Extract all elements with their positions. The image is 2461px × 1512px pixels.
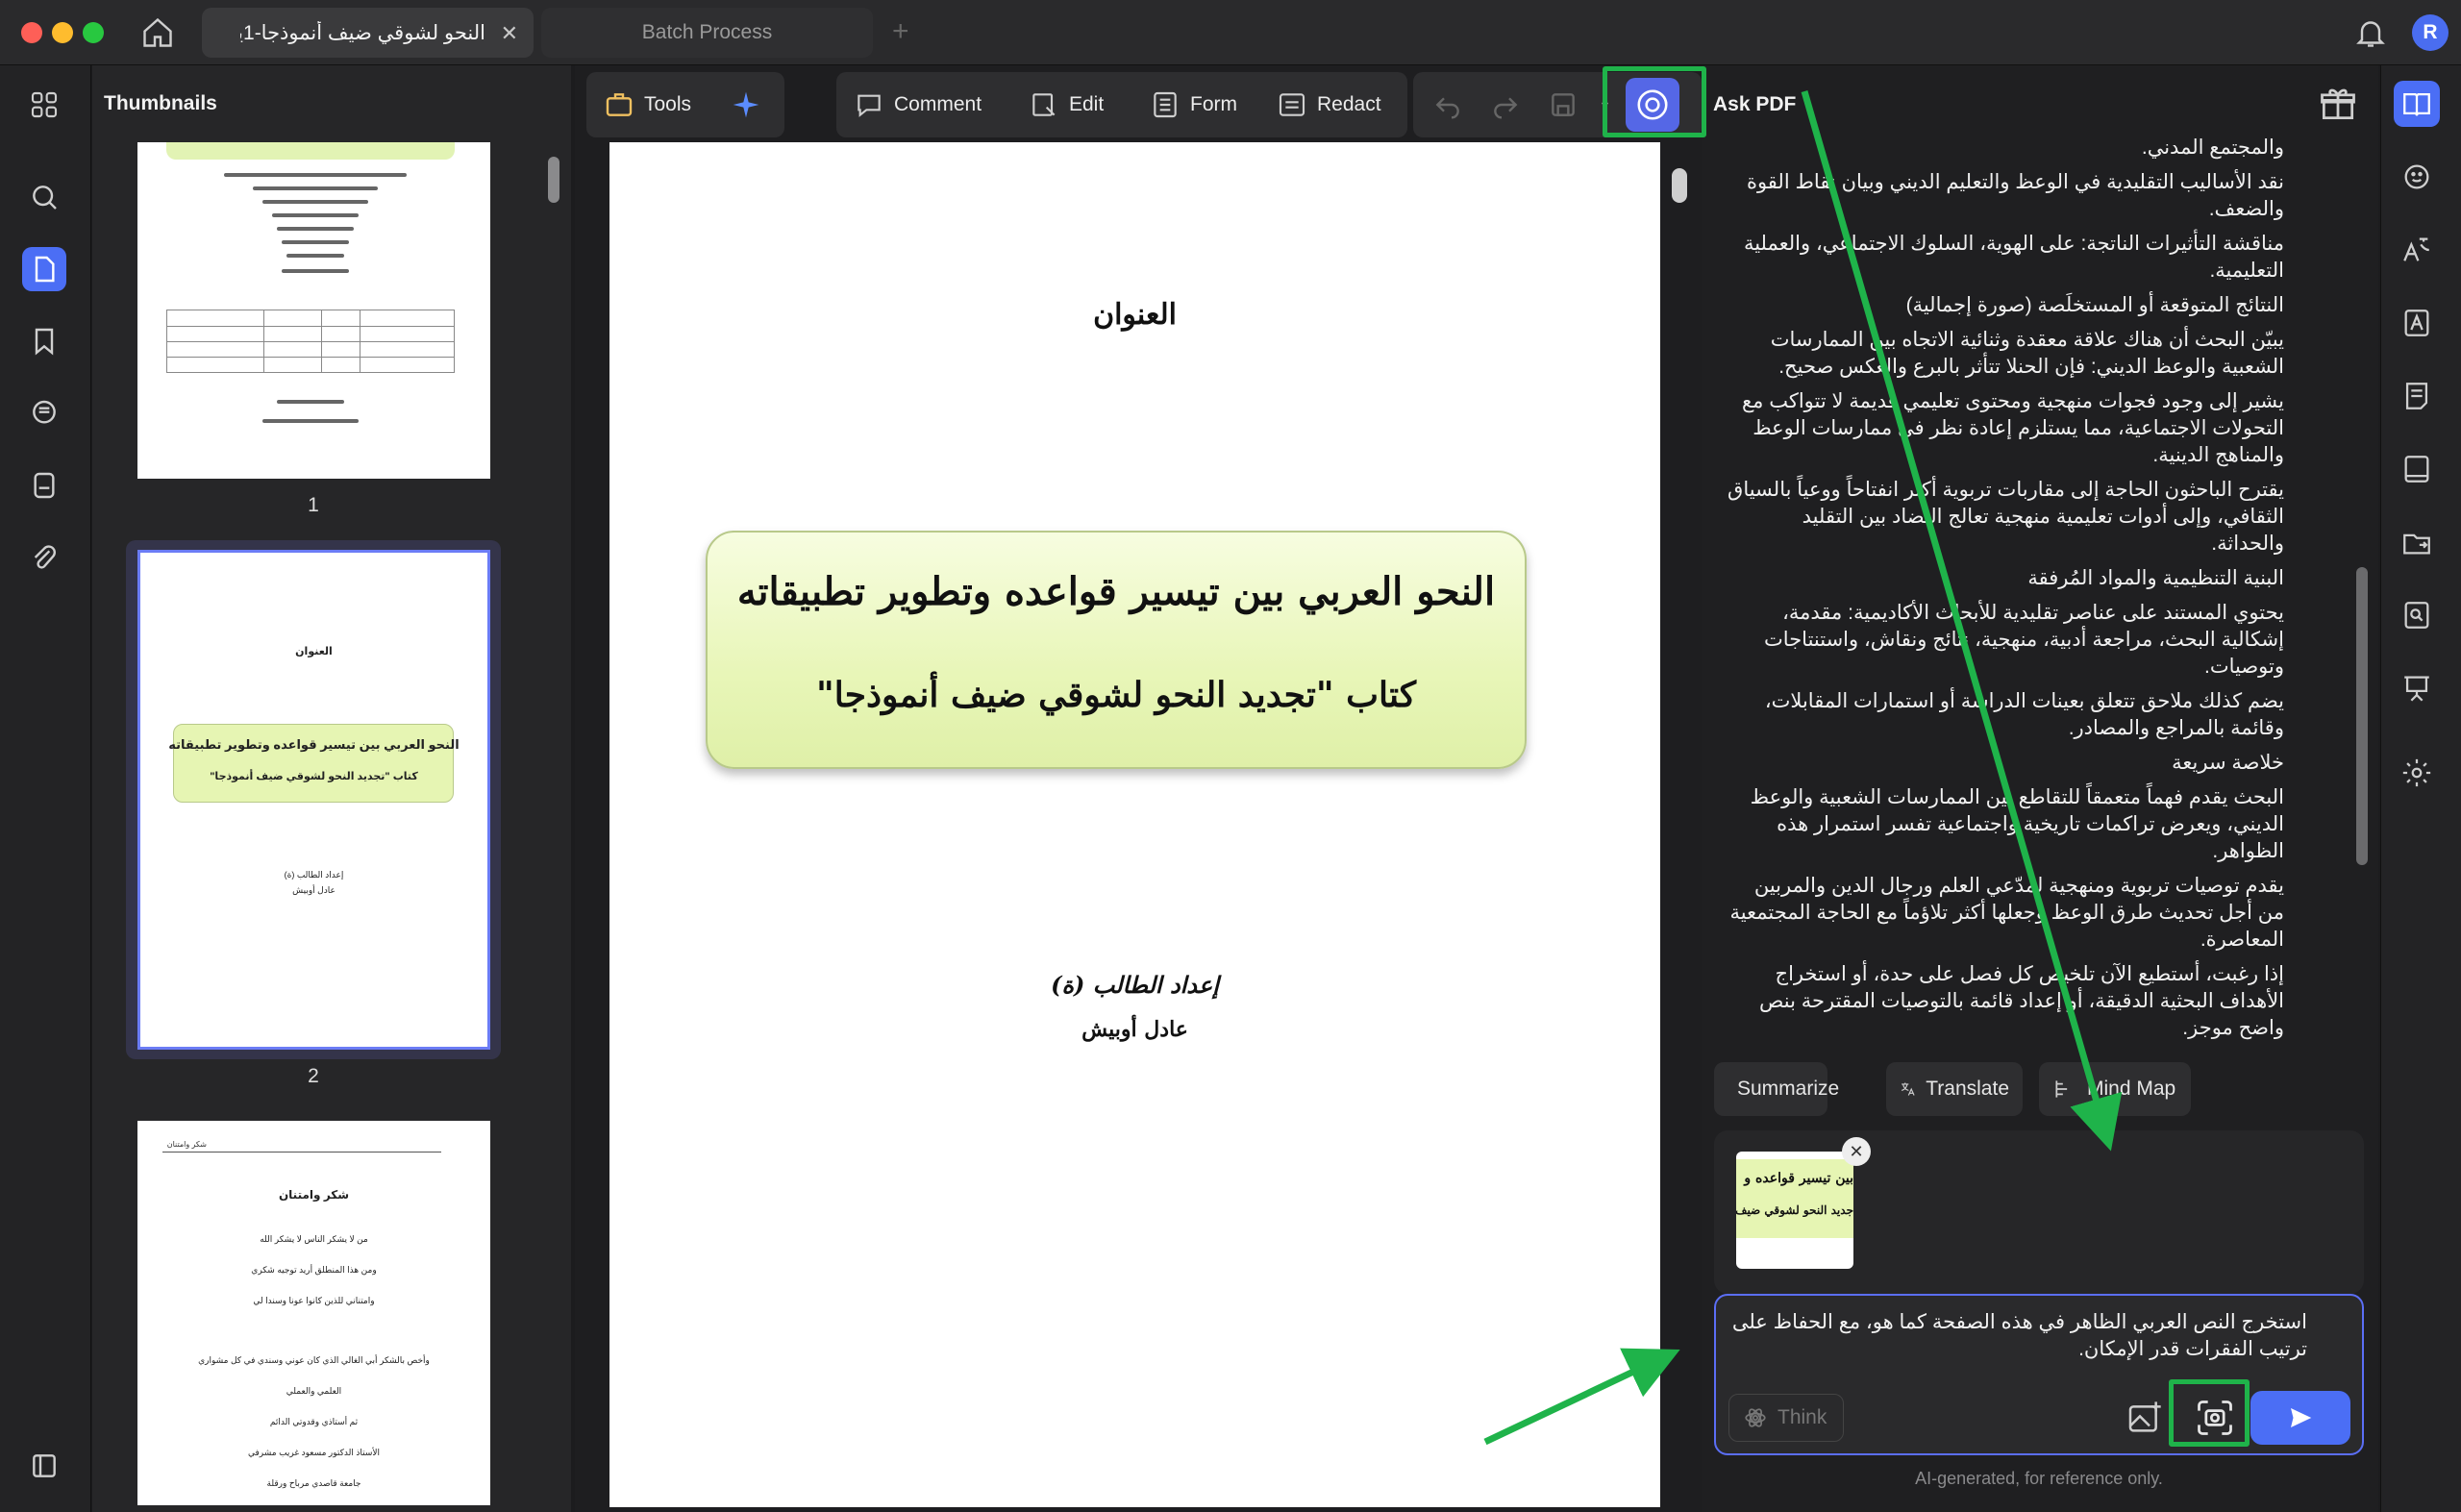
arrow-to-attachment (1801, 90, 2123, 1152)
annotation-arrows (1483, 90, 2123, 1446)
arrow-to-input (1483, 1348, 1680, 1446)
